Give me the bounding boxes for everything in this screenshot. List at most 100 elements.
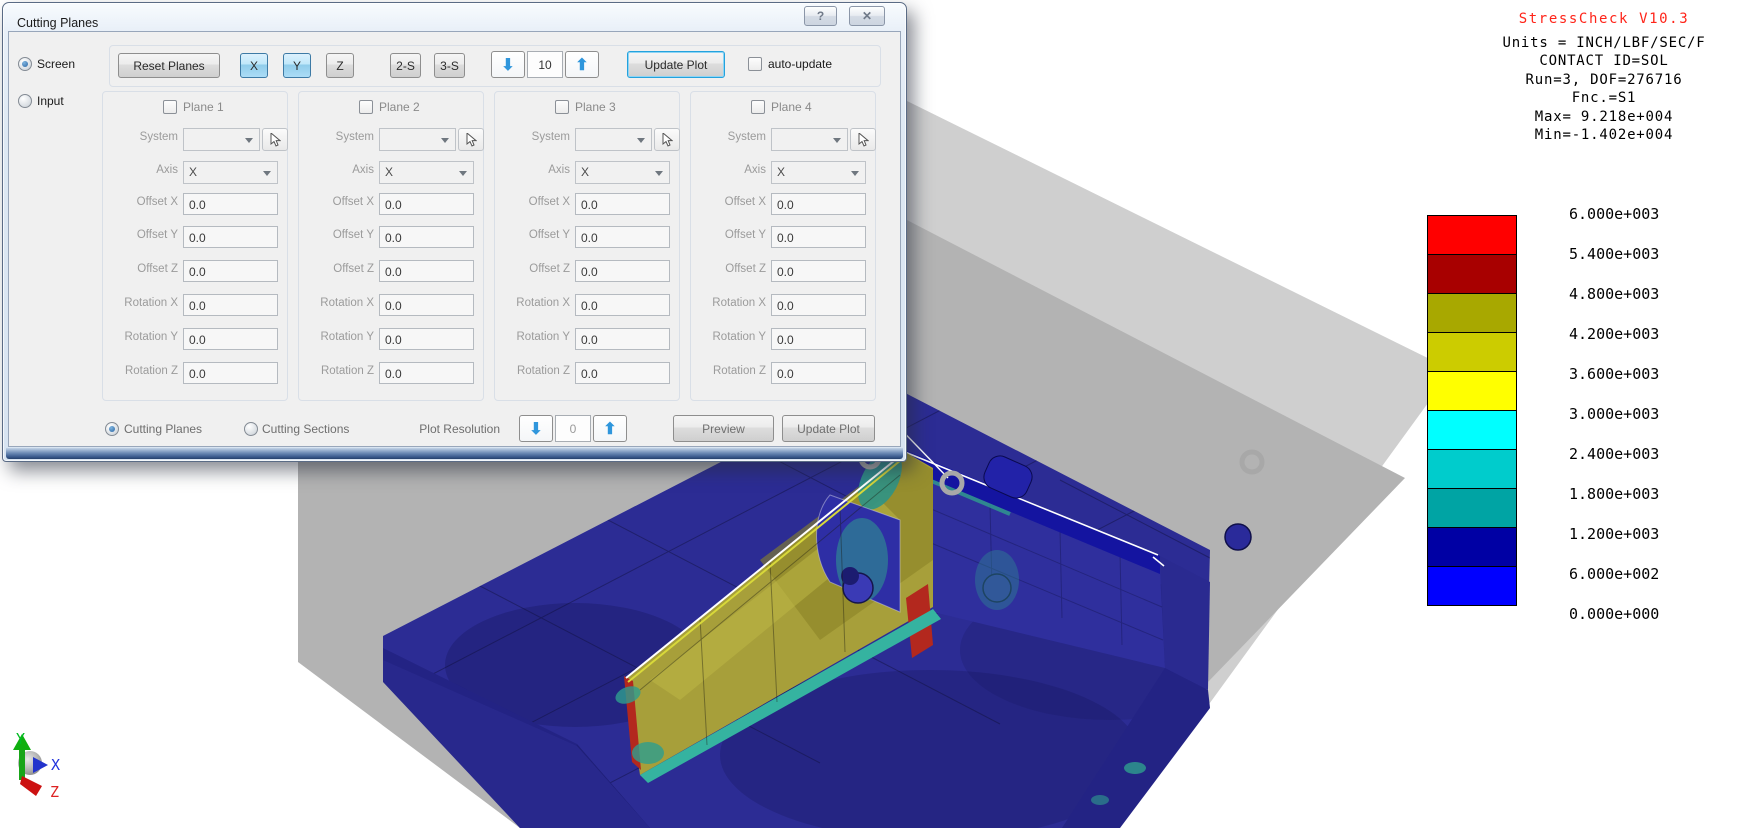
cutting-planes-radio[interactable]: [105, 422, 119, 436]
system-select[interactable]: [575, 128, 652, 151]
decrement-button[interactable]: ⬇: [491, 51, 525, 78]
contact-line: CONTACT ID=SOL: [1448, 52, 1760, 71]
pick-system-button[interactable]: [262, 128, 288, 151]
reset-planes-button[interactable]: Reset Planes: [118, 53, 220, 78]
rotation-z-field[interactable]: [575, 362, 670, 384]
plane-4-checkbox[interactable]: [751, 100, 765, 114]
legend-value: 5.400e+003: [1569, 245, 1659, 263]
plane-2-checkbox[interactable]: [359, 100, 373, 114]
function-line: Fnc.=S1: [1448, 89, 1760, 108]
offset-y-field[interactable]: [379, 226, 474, 248]
help-button[interactable]: ?: [804, 6, 837, 26]
resolution-field[interactable]: [555, 415, 591, 442]
legend-value: 0.000e+000: [1569, 605, 1659, 623]
legend-band: [1427, 371, 1517, 411]
offset-z-field[interactable]: [379, 260, 474, 282]
cursor-pick-icon: [662, 133, 673, 147]
resolution-decrement-button[interactable]: ⬇: [519, 415, 553, 442]
close-icon: ✕: [862, 9, 872, 23]
increment-button[interactable]: ⬆: [565, 51, 599, 78]
cutting-planes-dialog: Cutting Planes ? ✕ Screen Input Reset Pl…: [2, 2, 907, 462]
z-axis-label: Z: [50, 783, 59, 801]
rotation-y-field[interactable]: [183, 328, 278, 350]
x-plane-button[interactable]: X: [240, 53, 268, 78]
arrow-up-icon: ⬆: [603, 419, 616, 439]
resolution-increment-button[interactable]: ⬆: [593, 415, 627, 442]
legend-band: [1427, 410, 1517, 450]
z-plane-button[interactable]: Z: [326, 53, 354, 78]
z-axis-arrow-icon: [20, 776, 42, 796]
plane-1-checkbox[interactable]: [163, 100, 177, 114]
offset-z-field[interactable]: [183, 260, 278, 282]
preview-button[interactable]: Preview: [673, 415, 774, 442]
close-button[interactable]: ✕: [849, 6, 885, 26]
offset-z-field[interactable]: [771, 260, 866, 282]
legend-band: [1427, 566, 1517, 606]
offset-x-field[interactable]: [379, 193, 474, 215]
update-plot-button[interactable]: Update Plot: [627, 51, 725, 78]
system-select[interactable]: [379, 128, 456, 151]
offset-y-field[interactable]: [183, 226, 278, 248]
plane-3-checkbox[interactable]: [555, 100, 569, 114]
axis-triad: Y X Z: [13, 730, 60, 801]
offset-y-field[interactable]: [575, 226, 670, 248]
auto-update-label: auto-update: [768, 57, 832, 71]
cursor-pick-icon: [858, 133, 869, 147]
legend-band: [1427, 215, 1517, 255]
rotation-x-field[interactable]: [183, 294, 278, 316]
offset-x-field[interactable]: [771, 193, 866, 215]
legend-band: [1427, 527, 1517, 567]
plot-resolution-label: Plot Resolution: [392, 422, 500, 436]
axis-select[interactable]: X: [183, 161, 278, 184]
screen-radio[interactable]: [18, 57, 32, 71]
contour-legend: [1427, 215, 1517, 606]
cursor-pick-icon: [466, 133, 477, 147]
bolt-far: [1225, 524, 1251, 550]
legend-value: 6.000e+003: [1569, 205, 1659, 223]
plane-3-title: Plane 3: [575, 100, 616, 114]
rotation-x-field[interactable]: [379, 294, 474, 316]
rotation-z-field[interactable]: [771, 362, 866, 384]
units-line: Units = INCH/LBF/SEC/F: [1448, 34, 1760, 53]
system-select[interactable]: [771, 128, 848, 151]
cutting-sections-radio[interactable]: [244, 422, 258, 436]
y-plane-button[interactable]: Y: [283, 53, 311, 78]
plane-1-title: Plane 1: [183, 100, 224, 114]
three-s-button[interactable]: 3-S: [434, 53, 465, 78]
offset-x-field[interactable]: [575, 193, 670, 215]
footer-update-plot-button[interactable]: Update Plot: [782, 415, 875, 442]
two-s-button[interactable]: 2-S: [390, 53, 421, 78]
offset-z-field[interactable]: [575, 260, 670, 282]
rotation-y-field[interactable]: [575, 328, 670, 350]
offset-y-field[interactable]: [771, 226, 866, 248]
legend-value: 3.000e+003: [1569, 405, 1659, 423]
pick-system-button[interactable]: [654, 128, 680, 151]
input-radio[interactable]: [18, 94, 32, 108]
rotation-x-field[interactable]: [575, 294, 670, 316]
rotation-x-field[interactable]: [771, 294, 866, 316]
chevron-down-icon: [441, 138, 449, 143]
chevron-down-icon: [637, 138, 645, 143]
legend-band: [1427, 293, 1517, 333]
rotation-z-field[interactable]: [379, 362, 474, 384]
plane-count-field[interactable]: [527, 51, 563, 78]
chevron-down-icon: [245, 138, 253, 143]
offset-x-field[interactable]: [183, 193, 278, 215]
legend-value: 3.600e+003: [1569, 365, 1659, 383]
system-select[interactable]: [183, 128, 260, 151]
rotation-z-field[interactable]: [183, 362, 278, 384]
legend-value: 6.000e+002: [1569, 565, 1659, 583]
legend-value: 4.800e+003: [1569, 285, 1659, 303]
help-icon: ?: [817, 9, 824, 23]
pick-system-button[interactable]: [850, 128, 876, 151]
rotation-y-field[interactable]: [771, 328, 866, 350]
axis-select[interactable]: X: [771, 161, 866, 184]
auto-update-checkbox[interactable]: [748, 57, 762, 71]
plane-4-title: Plane 4: [771, 100, 812, 114]
plane-4-panel: Plane 4 System Axis X Offset X Offset Y …: [690, 91, 876, 401]
cutting-sections-radio-label: Cutting Sections: [262, 422, 349, 436]
axis-select[interactable]: X: [575, 161, 670, 184]
axis-select[interactable]: X: [379, 161, 474, 184]
pick-system-button[interactable]: [458, 128, 484, 151]
rotation-y-field[interactable]: [379, 328, 474, 350]
